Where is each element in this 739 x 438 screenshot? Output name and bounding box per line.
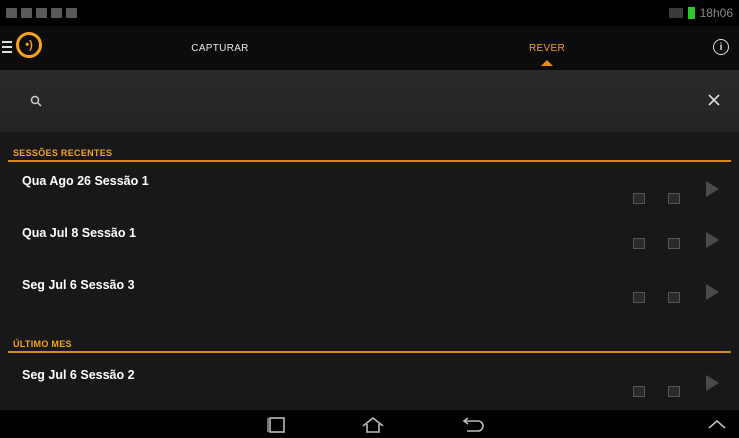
status-right: 18h06 [668,6,733,20]
status-bar: 18h06 [0,0,739,26]
session-title: Seg Jul 6 Sessão 2 [22,368,135,382]
search-icon [30,95,42,107]
notification-icon [6,8,17,18]
gallery-icon [36,8,47,18]
home-icon[interactable] [360,416,386,434]
media-icon[interactable] [668,386,680,397]
list-item[interactable]: Qua Ago 26 Sessão 1 [0,168,739,220]
list-item[interactable]: Seg Jul 6 Sessão 2 [0,362,739,414]
export-icon[interactable] [633,238,645,249]
session-title: Qua Jul 8 Sessão 1 [22,226,136,240]
play-icon[interactable] [706,181,719,197]
section-header-last-month: ÚLTIMO MES [0,331,739,353]
email-icon [51,8,62,18]
tab-capturar-label: CAPTURAR [191,42,249,54]
media-icon[interactable] [668,238,680,249]
section-title: ÚLTIMO MES [13,339,72,349]
notification-icons [6,8,77,18]
battery-icon [687,7,695,19]
menu-icon[interactable] [2,41,12,56]
tab-capturar[interactable]: CAPTURAR [170,26,270,70]
list-item[interactable]: Qua Jul 8 Sessão 1 [0,220,739,272]
session-title: Qua Ago 26 Sessão 1 [22,174,149,188]
back-icon[interactable] [459,416,487,434]
recent-apps-icon[interactable] [266,416,288,434]
info-icon[interactable]: i [713,39,729,55]
tab-rever-label: REVER [529,42,565,54]
status-time: 18h06 [699,6,733,20]
signal-icon [668,8,683,18]
play-icon[interactable] [706,375,719,391]
play-icon[interactable] [706,284,719,300]
export-icon[interactable] [633,193,645,204]
action-bar: •) CAPTURAR REVER i [0,26,739,70]
session-title: Seg Jul 6 Sessão 3 [22,278,135,292]
media-icon[interactable] [668,193,680,204]
search-input[interactable] [54,88,658,116]
media-icon[interactable] [668,292,680,303]
section-header-recent: SESSÕES RECENTES [0,140,739,162]
chevron-up-icon[interactable] [706,416,728,432]
tab-rever[interactable]: REVER [492,26,602,70]
section-title: SESSÕES RECENTES [13,148,113,158]
capture-logo-icon[interactable]: •) [16,32,42,58]
settings-notification-icon [66,8,77,18]
system-nav-bar [0,410,739,438]
export-icon[interactable] [633,292,645,303]
export-icon[interactable] [633,386,645,397]
list-item[interactable]: Seg Jul 6 Sessão 3 [0,272,739,324]
close-icon[interactable] [706,92,722,108]
play-icon[interactable] [706,232,719,248]
screenshot-icon [21,8,32,18]
search-bar [0,70,739,132]
